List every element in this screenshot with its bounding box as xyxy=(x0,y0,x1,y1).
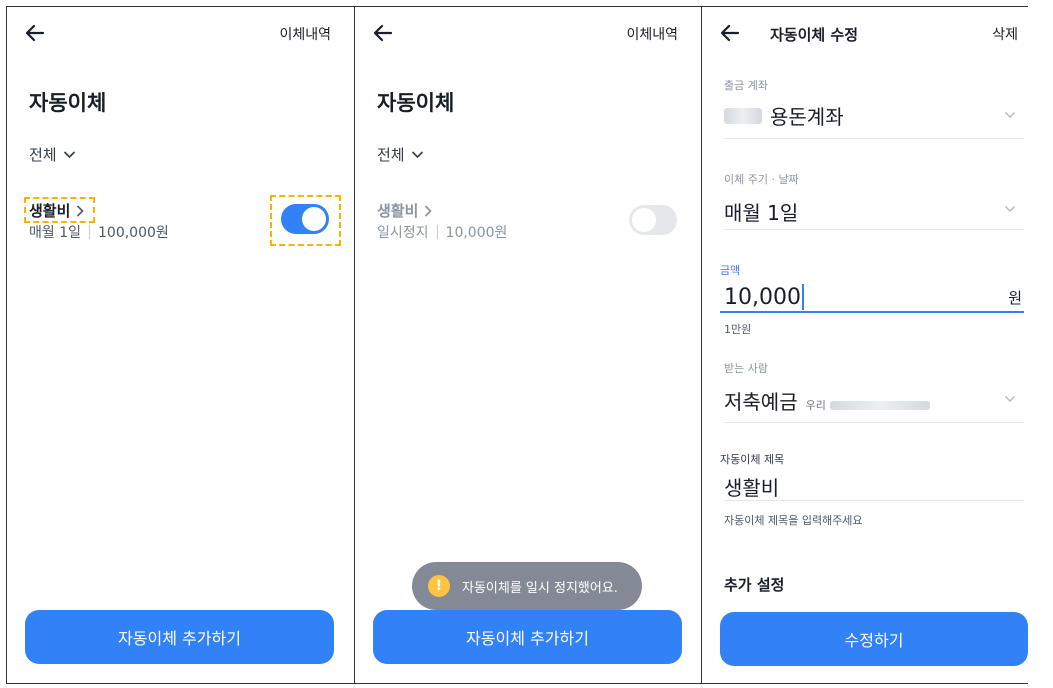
masked-account-number xyxy=(829,400,930,410)
recipient-label: 받는 사람 xyxy=(724,362,768,375)
account-label: 출금 계좌 xyxy=(724,79,768,92)
item-amount: 100,000원 xyxy=(98,225,169,241)
add-auto-transfer-button[interactable]: 자동이체 추가하기 xyxy=(25,610,334,664)
back-arrow-icon[interactable] xyxy=(23,21,47,45)
extra-settings-title[interactable]: 추가 설정 xyxy=(724,574,784,595)
meta-divider xyxy=(436,225,438,239)
title-input[interactable]: 생활비 xyxy=(724,472,779,501)
delete-button[interactable]: 삭제 xyxy=(992,24,1018,44)
auto-transfer-item-name[interactable]: 생활비 xyxy=(377,200,433,221)
back-arrow-icon[interactable] xyxy=(718,21,742,45)
cycle-label: 이체 주기 · 날짜 xyxy=(724,173,799,186)
add-auto-transfer-button[interactable]: 자동이체 추가하기 xyxy=(373,610,682,664)
toggle-knob xyxy=(632,208,656,232)
highlight-box-item-name xyxy=(24,197,95,223)
text-caret xyxy=(801,284,804,310)
cycle-select[interactable]: 매월 1일 xyxy=(724,197,798,226)
title-field-label: 자동이체 제목 xyxy=(720,453,785,466)
recipient-bank-info: 우리 xyxy=(806,397,930,413)
auto-transfer-item-meta: 매월 1일 100,000원 xyxy=(29,222,169,242)
chevron-down-icon[interactable] xyxy=(1004,205,1016,213)
title-underline xyxy=(724,500,1024,501)
highlight-box-toggle xyxy=(270,195,341,246)
toast-message: 자동이체를 일시 정지했어요. xyxy=(462,580,618,596)
chevron-down-icon xyxy=(63,151,75,159)
title-value: 생활비 xyxy=(724,476,780,500)
amount-helper: 1만원 xyxy=(724,323,752,336)
recipient-name: 저축예금 xyxy=(724,390,798,414)
page-title: 자동이체 수정 xyxy=(770,26,859,44)
page-title: 자동이체 xyxy=(29,91,107,115)
filter-dropdown[interactable]: 전체 xyxy=(29,144,76,165)
title-helper: 자동이체 제목을 입력해주세요 xyxy=(724,514,863,527)
transfer-history-link[interactable]: 이체내역 xyxy=(279,24,331,44)
amount-underline xyxy=(720,311,1024,313)
filter-label: 전체 xyxy=(29,146,57,164)
amount-unit: 원 xyxy=(1008,289,1022,307)
recipient-underline xyxy=(724,422,1024,423)
item-name-label: 생활비 xyxy=(377,202,419,220)
chevron-down-icon[interactable] xyxy=(1004,395,1016,403)
item-status: 일시정지 xyxy=(377,225,429,241)
item-schedule: 매월 1일 xyxy=(29,225,81,241)
amount-input[interactable]: 10,000 xyxy=(724,284,804,310)
cycle-value: 매월 1일 xyxy=(724,201,799,225)
chevron-down-icon xyxy=(411,151,423,159)
masked-account-prefix xyxy=(724,108,762,124)
auto-transfer-toggle[interactable] xyxy=(629,205,677,235)
recipient-select[interactable]: 저축예금 우리 xyxy=(724,386,930,415)
transfer-history-link[interactable]: 이체내역 xyxy=(626,24,678,44)
amount-value: 10,000 xyxy=(724,284,801,310)
page-title: 자동이체 xyxy=(377,91,455,115)
account-value: 용돈계좌 xyxy=(770,105,844,129)
submit-edit-button[interactable]: 수정하기 xyxy=(720,612,1028,666)
back-arrow-icon[interactable] xyxy=(371,21,395,45)
recipient-bank: 우리 xyxy=(805,399,826,412)
paused-toast: ! 자동이체를 일시 정지했어요. xyxy=(412,562,642,610)
warning-icon: ! xyxy=(428,575,450,597)
chevron-right-icon xyxy=(425,204,433,217)
auto-transfer-item-meta: 일시정지 10,000원 xyxy=(377,222,507,242)
account-select[interactable]: 용돈계좌 xyxy=(724,101,844,130)
cycle-underline xyxy=(724,229,1024,230)
amount-label: 금액 xyxy=(720,264,741,277)
account-underline xyxy=(724,138,1024,139)
meta-divider xyxy=(89,225,90,239)
edit-auto-transfer-screen: 자동이체 수정 삭제 출금 계좌 용돈계좌 이체 주기 · 날짜 매월 1일 금… xyxy=(701,7,1028,683)
auto-transfer-paused-screen: 이체내역 자동이체 전체 생활비 일시정지 10,000원 ! 자동이체를 일시… xyxy=(354,7,700,683)
chevron-down-icon[interactable] xyxy=(1004,111,1016,119)
filter-label: 전체 xyxy=(377,146,405,164)
auto-transfer-list-screen: 이체내역 자동이체 전체 생활비 매월 1일 100,000원 자동이체 추가하… xyxy=(7,7,353,683)
filter-dropdown[interactable]: 전체 xyxy=(377,144,424,165)
item-amount: 10,000원 xyxy=(445,225,508,241)
